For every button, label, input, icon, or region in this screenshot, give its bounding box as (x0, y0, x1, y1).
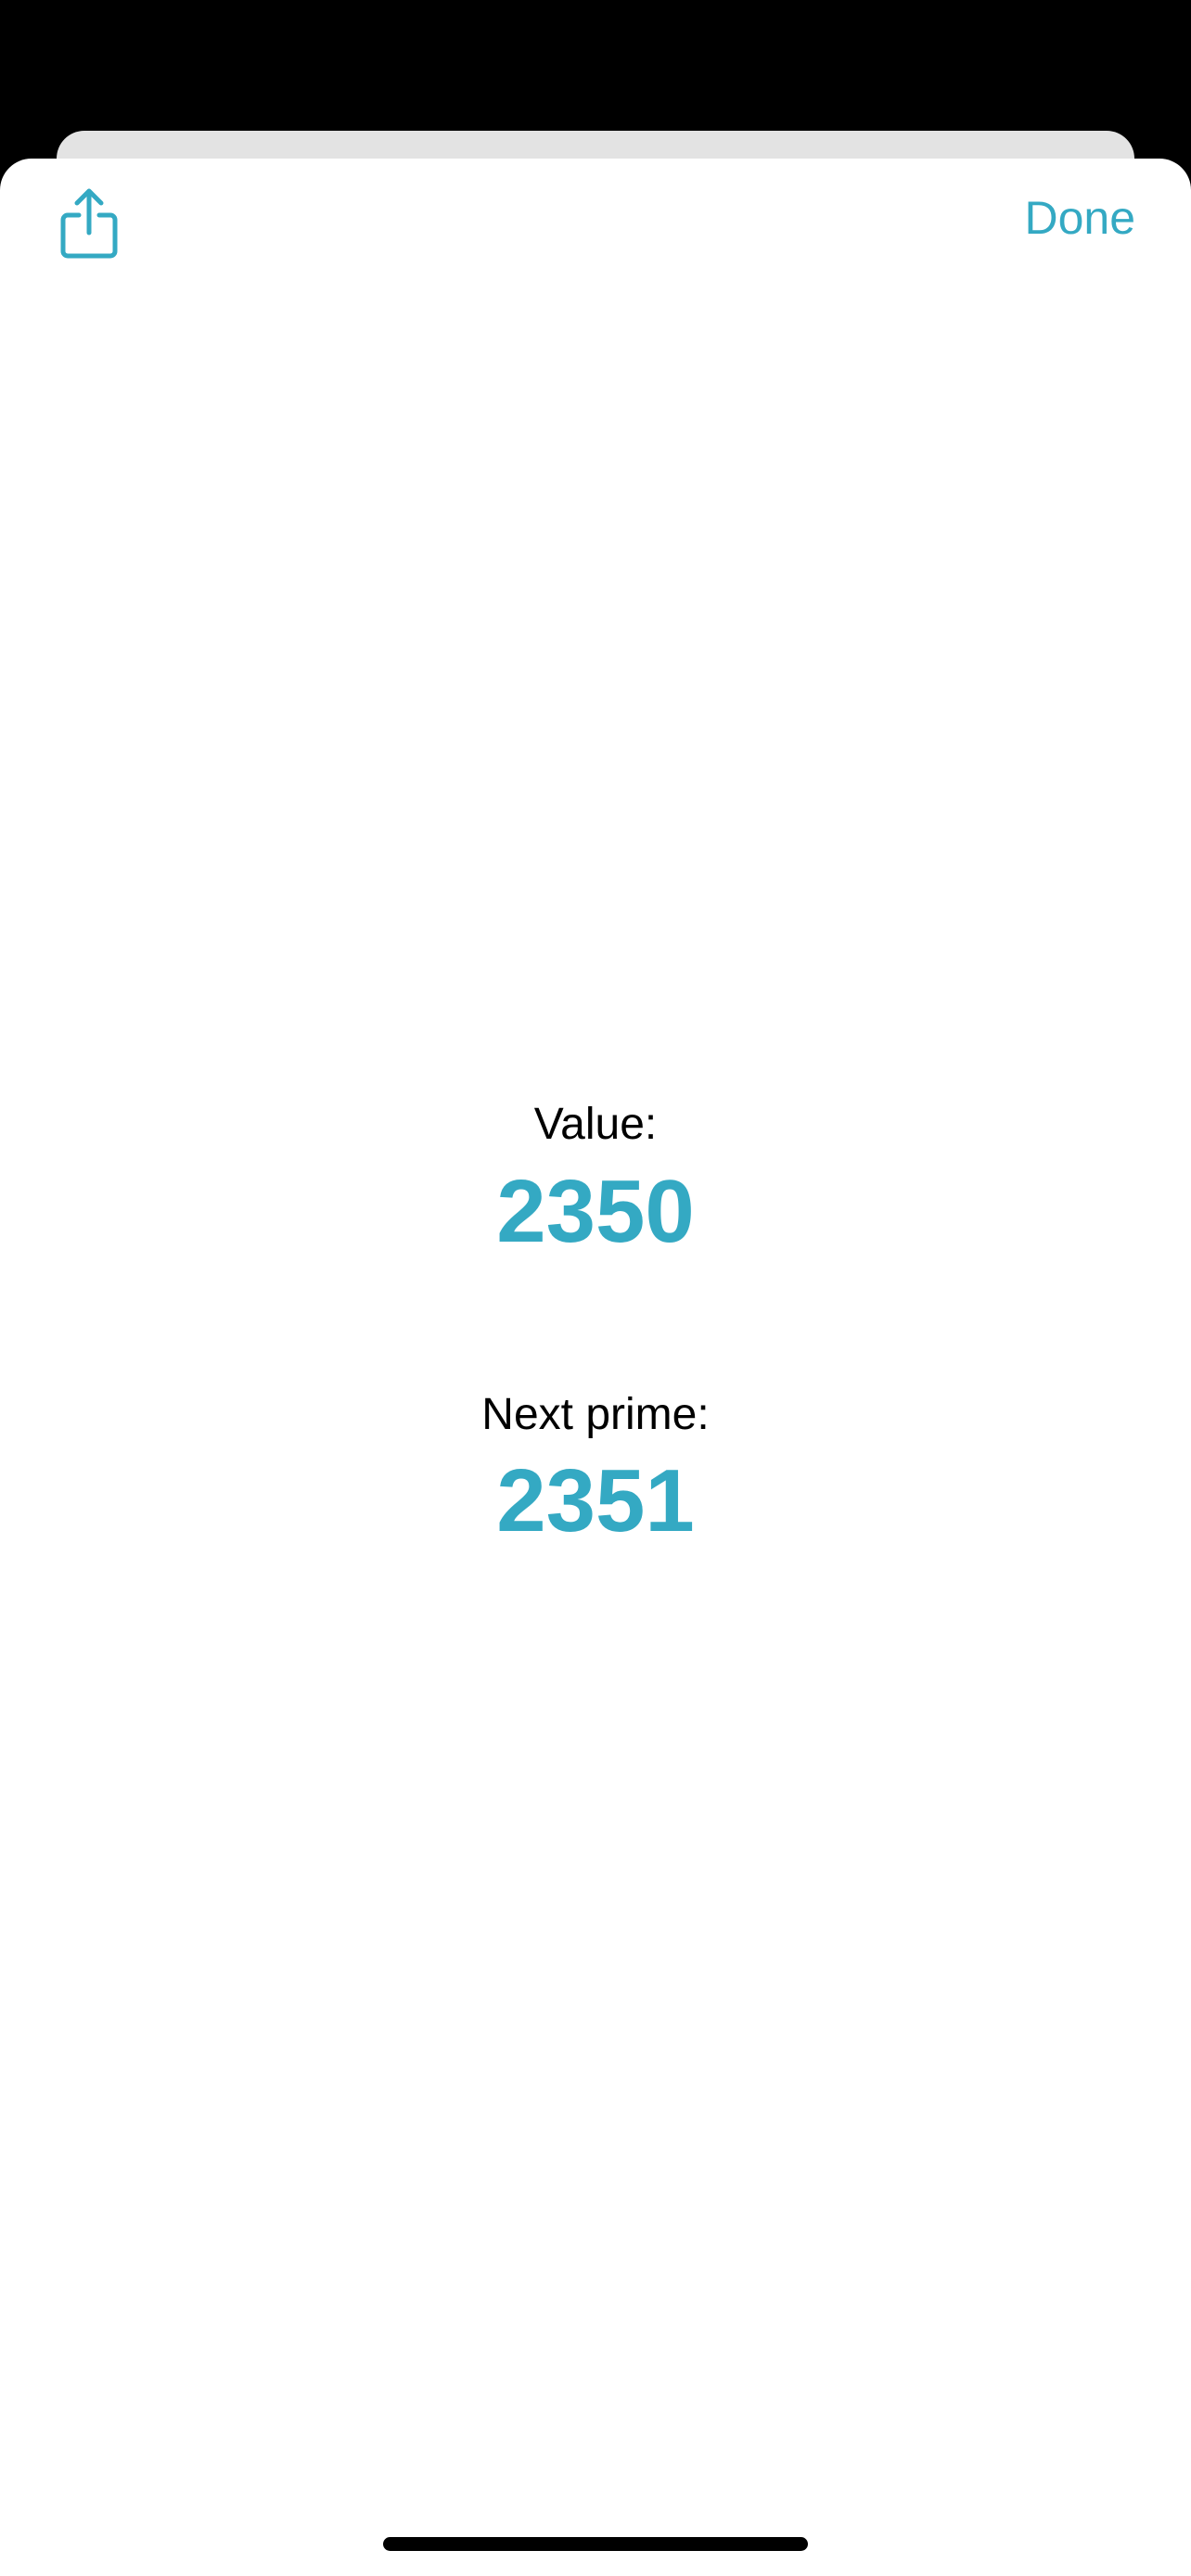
share-button[interactable] (56, 182, 122, 265)
value-label: Value: (533, 1100, 658, 1149)
home-indicator[interactable] (383, 2537, 808, 2551)
next-prime-number: 2351 (496, 1451, 695, 1550)
next-prime-label: Next prime: (481, 1390, 710, 1439)
screen: Done Value: 2350 Next prime: 2351 (0, 0, 1191, 2576)
done-button[interactable]: Done (1024, 190, 1135, 246)
value-number: 2350 (496, 1162, 695, 1261)
modal-sheet: Done Value: 2350 Next prime: 2351 (0, 159, 1191, 2576)
share-icon (60, 188, 118, 259)
